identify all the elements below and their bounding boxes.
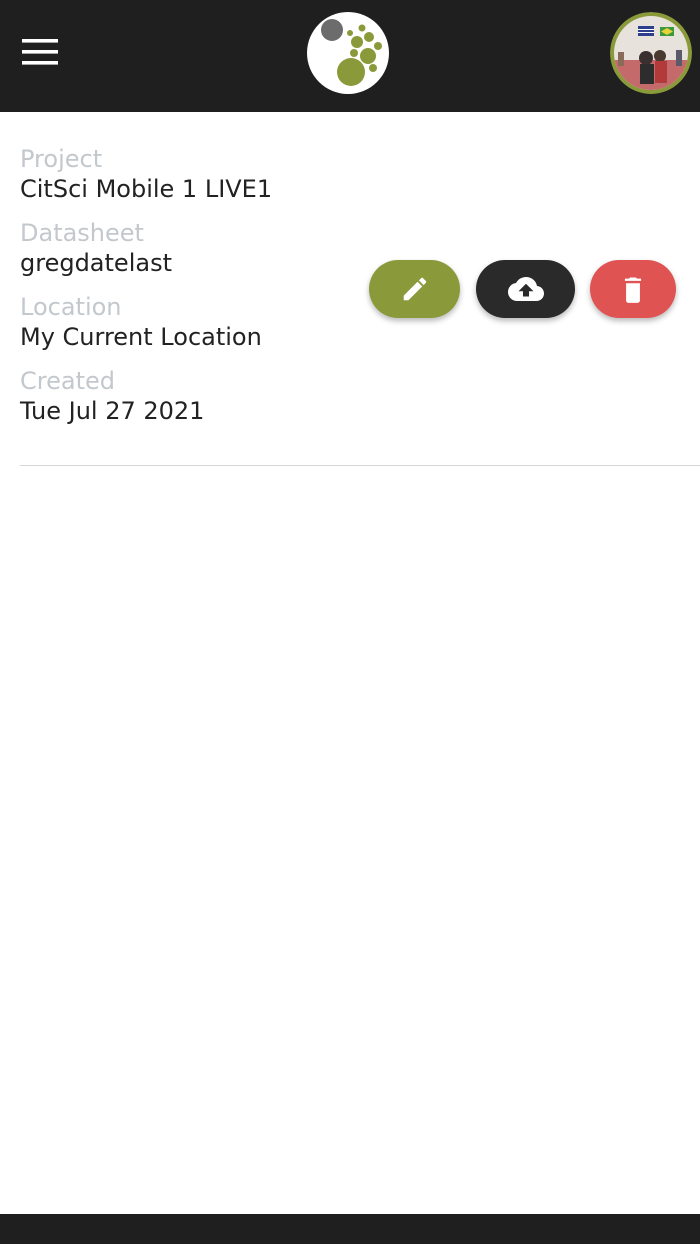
menu-button[interactable] (16, 30, 64, 74)
created-label: Created (20, 367, 115, 395)
record-list: Project CitSci Mobile 1 LIVE1 Datasheet … (0, 112, 700, 1210)
trash-icon (624, 277, 642, 303)
hamburger-icon (22, 39, 58, 65)
location-label: Location (20, 293, 122, 321)
top-app-bar (0, 0, 700, 112)
bottom-bar (0, 1210, 700, 1244)
edit-button[interactable] (369, 260, 460, 318)
delete-button[interactable] (590, 260, 676, 318)
project-value: CitSci Mobile 1 LIVE1 (20, 175, 273, 203)
record-item: Project CitSci Mobile 1 LIVE1 Datasheet … (20, 144, 680, 440)
bottom-bar-strip (0, 1214, 700, 1244)
user-avatar[interactable] (610, 12, 692, 94)
divider (20, 465, 700, 466)
citsci-logo (307, 12, 389, 94)
datasheet-label: Datasheet (20, 219, 144, 247)
cloud-upload-icon (507, 277, 544, 301)
pencil-icon (403, 277, 426, 301)
datasheet-value: gregdatelast (20, 249, 172, 277)
upload-button[interactable] (476, 260, 575, 318)
location-value: My Current Location (20, 323, 262, 351)
project-label: Project (20, 145, 103, 173)
created-value: Tue Jul 27 2021 (20, 397, 205, 425)
